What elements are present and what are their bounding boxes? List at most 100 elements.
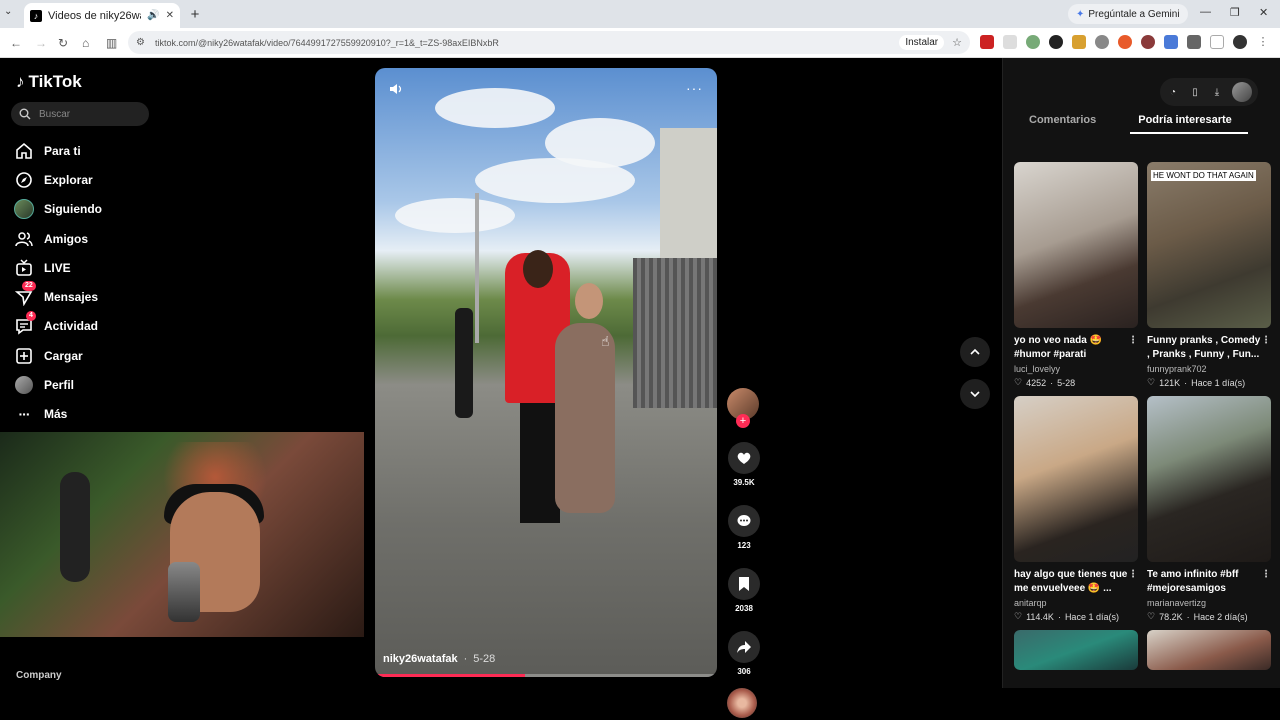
extension-cookie-icon[interactable] (1141, 35, 1155, 49)
suggested-thumbnail[interactable] (1014, 162, 1138, 328)
sidebar-item-actividad[interactable]: 4 Actividad (14, 310, 194, 341)
bookmark-icon[interactable] (728, 568, 760, 600)
bookmark-star-icon[interactable]: ☆ (952, 36, 962, 49)
video-progress-bar[interactable] (375, 674, 717, 677)
card-more-icon[interactable]: ⋮ (1261, 568, 1271, 582)
extension-news-icon[interactable] (980, 35, 994, 49)
volume-icon[interactable] (389, 82, 403, 96)
address-bar[interactable]: ⚙ tiktok.com/@niky26watafak/video/764499… (128, 31, 970, 54)
company-link[interactable]: Company (16, 670, 62, 681)
speaker-icon[interactable]: 🔊 (147, 10, 159, 21)
sidebar-item-explorar[interactable]: Explorar (14, 165, 194, 194)
gemini-button[interactable]: ✦ Pregúntale a Gemini (1068, 4, 1188, 24)
restore-icon[interactable]: ❐ (1230, 6, 1240, 19)
minimize-icon[interactable]: — (1200, 6, 1211, 18)
sidebar-item-label: Actividad (44, 319, 99, 334)
suggested-thumbnail[interactable]: HE WONT DO THAT AGAIN (1147, 162, 1271, 328)
tab-search-icon[interactable]: ⌄ (4, 6, 12, 17)
suggested-title[interactable]: hay algo que tienes que me envuelveee 🤩 … (1014, 568, 1138, 596)
compass-icon (14, 170, 34, 190)
follow-plus-icon[interactable]: + (736, 414, 750, 428)
tab-comentarios[interactable]: Comentarios (1029, 114, 1096, 134)
music-disc-icon[interactable] (727, 688, 757, 718)
forward-icon[interactable]: → (35, 36, 47, 50)
reading-list-icon[interactable] (1210, 35, 1224, 49)
suggested-card[interactable]: Te amo infinito #bff #mejoresamigos ⋮ mar… (1147, 396, 1271, 622)
suggested-title[interactable]: Funny pranks , Comedy , Pranks , Funny ,… (1147, 334, 1271, 362)
suggested-author[interactable]: anitarqp (1014, 598, 1138, 608)
browser-tab[interactable]: ♪ Videos de niky26watafak (T 🔊 ✕ (24, 3, 180, 28)
home-browser-icon[interactable]: ⌂ (82, 36, 89, 50)
suggested-card[interactable] (1147, 630, 1271, 670)
reload-icon[interactable]: ↻ (58, 36, 68, 50)
extension-pin-icon[interactable] (1095, 35, 1109, 49)
suggested-date: Hace 1 día(s) (1064, 611, 1119, 622)
share-arrow-icon[interactable] (728, 631, 760, 663)
sidebar-item-amigos[interactable]: Amigos (14, 224, 194, 253)
previous-video-button[interactable] (960, 337, 990, 367)
suggested-title[interactable]: Te amo infinito #bff #mejoresamigos ⋮ (1147, 568, 1271, 596)
download-icon[interactable]: ⤓ (1210, 85, 1224, 99)
browser-profile-icon[interactable] (1233, 35, 1247, 49)
suggested-card[interactable]: HE WONT DO THAT AGAIN Funny pranks , Com… (1147, 162, 1271, 388)
tab-title: Videos de niky26watafak (T (48, 9, 141, 22)
sidebar-item-mas[interactable]: ··· Más (14, 400, 194, 429)
extension-green-icon[interactable] (1026, 35, 1040, 49)
suggested-thumbnail[interactable] (1147, 630, 1271, 670)
heart-icon[interactable] (728, 442, 760, 474)
video-author[interactable]: niky26watafak (383, 653, 458, 665)
comment-action[interactable]: 123 (727, 505, 761, 550)
suggested-card[interactable]: yo no veo nada 🤩 #humor #parati ⋮ luci_lo… (1014, 162, 1138, 388)
sidebar-item-para-ti[interactable]: Para ti (14, 136, 194, 165)
suggested-title[interactable]: yo no veo nada 🤩 #humor #parati ⋮ (1014, 334, 1138, 362)
sidebar-item-perfil[interactable]: Perfil (14, 370, 194, 399)
install-button[interactable]: Instalar (899, 35, 945, 50)
sidebar-item-mensajes[interactable]: 22 Mensajes (14, 281, 194, 311)
back-icon[interactable]: ← (10, 36, 22, 50)
extension-yellow-icon[interactable] (1072, 35, 1086, 49)
card-more-icon[interactable]: ⋮ (1261, 334, 1271, 348)
sidebar-item-siguiendo[interactable]: Siguiendo (14, 195, 194, 224)
close-window-icon[interactable]: ✕ (1259, 6, 1268, 19)
extension-fire-icon[interactable] (1118, 35, 1132, 49)
suggested-author[interactable]: luci_lovelyy (1014, 364, 1138, 374)
video-more-icon[interactable]: ··· (686, 80, 703, 96)
save-action[interactable]: 2038 (727, 568, 761, 613)
suggested-card[interactable]: hay algo que tienes que me envuelveee 🤩 … (1014, 396, 1138, 622)
suggested-thumbnail[interactable] (1014, 396, 1138, 562)
suggested-likes: 121K (1159, 377, 1181, 388)
heart-outline-icon: ♡ (1014, 377, 1023, 387)
suggested-card[interactable] (1014, 630, 1138, 670)
close-tab-icon[interactable]: ✕ (166, 10, 174, 21)
video-player[interactable]: ··· ☝ niky26watafak · 5-28 (375, 68, 717, 677)
suggested-author[interactable]: funnyprank702 (1147, 364, 1271, 374)
suggested-thumbnail[interactable] (1014, 630, 1138, 670)
suggested-thumbnail[interactable] (1147, 396, 1271, 562)
share-action[interactable]: 306 (727, 631, 761, 676)
extensions-puzzle-icon[interactable] (1187, 35, 1201, 49)
extension-translate-icon[interactable] (1164, 35, 1178, 49)
sidebar-item-live[interactable]: LIVE (14, 253, 194, 282)
card-more-icon[interactable]: ⋮ (1128, 568, 1138, 582)
suggested-author[interactable]: marianavertizg (1147, 598, 1271, 608)
split-view-icon[interactable]: ▥ (106, 36, 117, 50)
extension-dark-icon[interactable] (1049, 35, 1063, 49)
tab-podria-interesarte[interactable]: Podría interesarte (1130, 114, 1248, 134)
card-more-icon[interactable]: ⋮ (1128, 334, 1138, 348)
user-avatar[interactable] (1232, 82, 1252, 102)
author-avatar[interactable]: + (727, 388, 759, 428)
site-info-icon[interactable]: ⚙ (136, 37, 145, 48)
suggested-date: Hace 1 día(s) (1191, 377, 1246, 388)
next-video-button[interactable] (960, 379, 990, 409)
sidebar-item-cargar[interactable]: Cargar (14, 341, 194, 370)
new-tab-icon[interactable]: + (186, 5, 204, 23)
like-action[interactable]: 39.5K (727, 442, 761, 487)
search-box[interactable] (11, 102, 149, 126)
comment-icon[interactable] (728, 505, 760, 537)
speedometer-icon[interactable]: ◔ (1166, 85, 1180, 99)
tiktok-logo[interactable]: ♪ TikTok (16, 72, 82, 92)
search-input[interactable] (39, 108, 139, 120)
extension-blank-icon[interactable] (1003, 35, 1017, 49)
mobile-device-icon[interactable]: ▯ (1188, 85, 1202, 99)
browser-menu-icon[interactable]: ⋮ (1256, 35, 1270, 49)
